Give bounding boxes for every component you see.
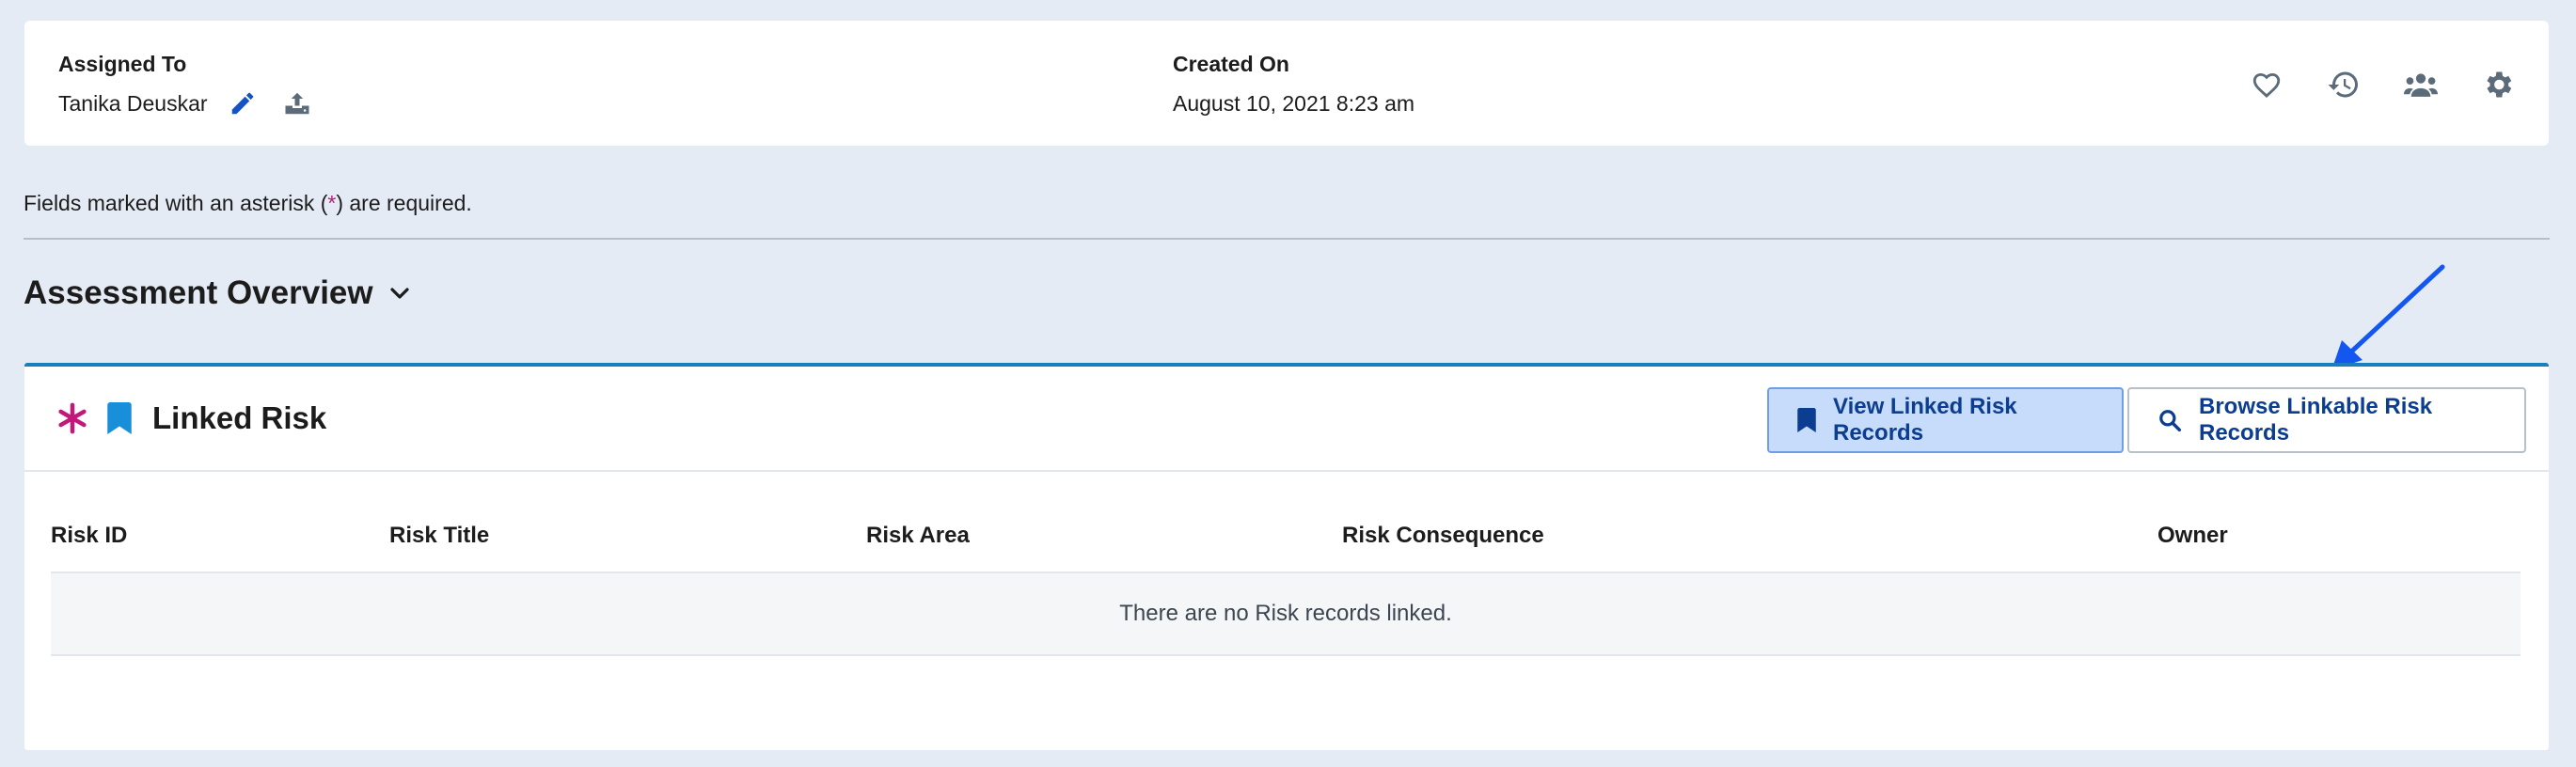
required-note-star: * — [327, 191, 337, 215]
view-linked-risk-records-button[interactable]: View Linked Risk Records — [1767, 387, 2124, 453]
page: Assigned To Tanika Deuskar Created On Au… — [0, 0, 2576, 767]
required-fields-note: Fields marked with an asterisk (*) are r… — [24, 188, 472, 218]
gear-icon[interactable] — [2481, 68, 2515, 102]
browse-linkable-risk-records-button[interactable]: Browse Linkable Risk Records — [2127, 387, 2526, 453]
upload-icon[interactable] — [283, 89, 311, 117]
assigned-to-value: Tanika Deuskar — [58, 91, 208, 116]
linked-risk-title: Linked Risk — [152, 400, 327, 435]
section-title: Assessment Overview — [24, 274, 373, 311]
bookmark-icon — [1797, 408, 1816, 432]
bookmark-icon — [107, 402, 132, 434]
empty-table-message: There are no Risk records linked. — [51, 573, 2521, 656]
record-info-card: Assigned To Tanika Deuskar Created On Au… — [24, 21, 2549, 146]
linked-risk-header: Linked Risk View Linked Risk Records Bro… — [24, 367, 2549, 472]
column-header-risk-id[interactable]: Risk ID — [51, 517, 127, 571]
browse-linkable-risk-records-label: Browse Linkable Risk Records — [2199, 394, 2433, 446]
linked-risk-title-row: Linked Risk — [56, 395, 326, 442]
view-linked-risk-records-label: View Linked Risk Records — [1833, 394, 2017, 446]
record-actions — [2250, 68, 2515, 102]
column-header-owner[interactable]: Owner — [2157, 517, 2228, 571]
chevron-down-icon — [388, 282, 411, 305]
column-header-risk-consequence[interactable]: Risk Consequence — [1342, 517, 1544, 571]
assigned-to-value-row: Tanika Deuskar — [58, 88, 311, 118]
created-on-label: Created On — [1173, 52, 1289, 76]
created-on-field: Created On August 10, 2021 8:23 am — [1173, 49, 1414, 118]
pencil-icon[interactable] — [229, 89, 257, 117]
created-on-value: August 10, 2021 8:23 am — [1173, 91, 1415, 116]
section-divider — [24, 238, 2550, 240]
required-note-suffix: ) are required. — [336, 191, 472, 215]
required-note-prefix: Fields marked with an asterisk ( — [24, 191, 328, 215]
asterisk-icon — [56, 402, 88, 434]
assessment-overview-toggle[interactable]: Assessment Overview — [24, 273, 411, 314]
column-header-risk-title[interactable]: Risk Title — [389, 517, 489, 571]
users-icon[interactable] — [2404, 68, 2438, 102]
column-header-risk-area[interactable]: Risk Area — [866, 517, 970, 571]
assigned-to-label: Assigned To — [58, 52, 187, 76]
linked-risk-table: Risk ID Risk Title Risk Area Risk Conseq… — [51, 517, 2521, 656]
assigned-to-field: Assigned To Tanika Deuskar — [58, 49, 311, 118]
table-header: Risk ID Risk Title Risk Area Risk Conseq… — [51, 517, 2521, 573]
linked-risk-card: Linked Risk View Linked Risk Records Bro… — [24, 363, 2549, 750]
search-icon — [2157, 408, 2182, 432]
history-icon[interactable] — [2327, 68, 2361, 102]
heart-icon[interactable] — [2250, 68, 2284, 102]
